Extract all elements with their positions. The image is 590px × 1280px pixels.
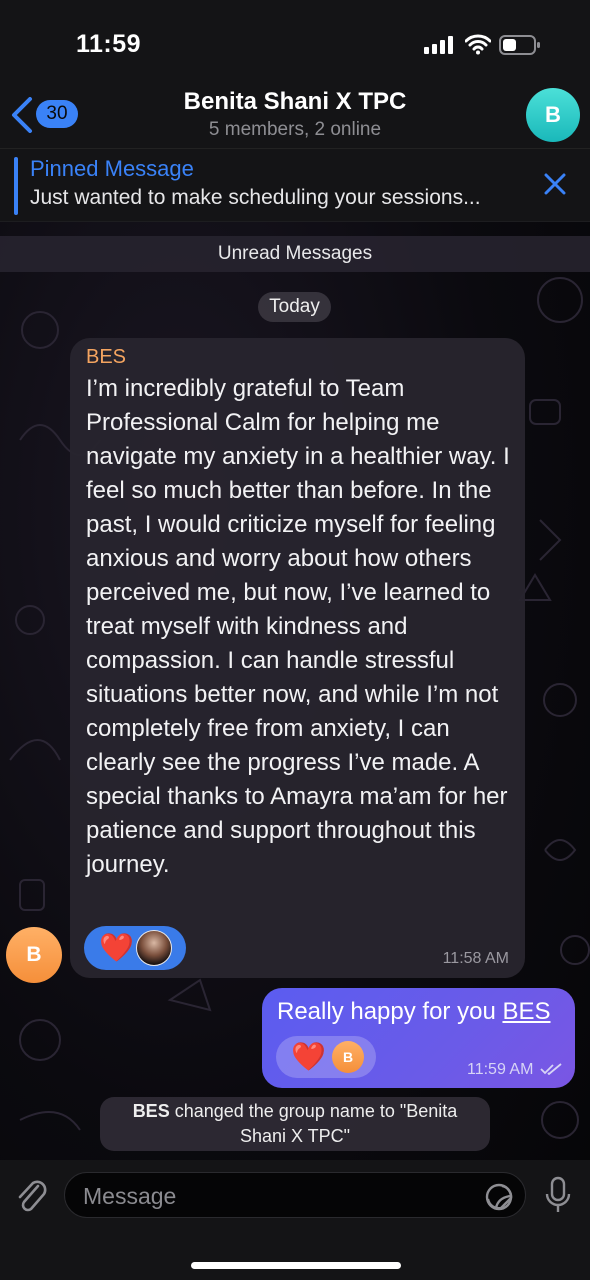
sticker-icon[interactable] bbox=[484, 1182, 514, 1212]
outgoing-time-text: 11:59 AM bbox=[467, 1061, 534, 1078]
cellular-signal-icon bbox=[424, 36, 453, 54]
reactor-avatar: B bbox=[332, 1041, 364, 1073]
group-avatar[interactable]: B bbox=[526, 88, 580, 142]
sender-avatar[interactable]: B bbox=[6, 927, 62, 983]
pinned-indicator bbox=[14, 157, 18, 215]
heart-reaction-icon: ❤️ bbox=[291, 1041, 326, 1072]
reactor-avatar bbox=[136, 930, 172, 966]
message-input[interactable]: Message bbox=[64, 1172, 526, 1218]
chat-title[interactable]: Benita Shani X TPC bbox=[0, 88, 590, 116]
pinned-text: Just wanted to make scheduling your sess… bbox=[30, 186, 481, 209]
message-reactions[interactable]: ❤️ bbox=[84, 926, 186, 970]
message-placeholder: Message bbox=[83, 1183, 177, 1209]
service-text: changed the group name to "Benita Shani … bbox=[169, 1101, 458, 1146]
outgoing-message-text: Really happy for you BES bbox=[277, 998, 551, 1026]
battery-icon bbox=[499, 35, 540, 55]
date-badge: Today bbox=[258, 292, 331, 322]
close-icon[interactable] bbox=[544, 173, 566, 195]
header-bar: 11:59 30 Benita Shani X TPC 5 members, 2… bbox=[0, 0, 590, 148]
service-actor[interactable]: BES bbox=[133, 1101, 170, 1121]
pinned-title: Pinned Message bbox=[30, 156, 194, 181]
home-indicator bbox=[191, 1262, 401, 1269]
incoming-message-bubble[interactable]: BES I’m incredibly grateful to Team Prof… bbox=[70, 338, 525, 978]
chat-subtitle: 5 members, 2 online bbox=[208, 119, 382, 140]
message-text: I’m incredibly grateful to Team Professi… bbox=[86, 375, 510, 878]
pinned-message-bar[interactable]: Pinned Message Just wanted to make sched… bbox=[0, 148, 590, 222]
outgoing-text-prefix: Really happy for you bbox=[277, 998, 503, 1025]
unread-messages-divider: Unread Messages bbox=[0, 236, 590, 272]
message-time: 11:58 AM bbox=[442, 950, 509, 967]
status-time: 11:59 bbox=[76, 30, 142, 58]
service-message: BES changed the group name to "Benita Sh… bbox=[100, 1097, 490, 1151]
double-check-icon bbox=[540, 1063, 562, 1076]
microphone-icon[interactable] bbox=[545, 1176, 571, 1214]
outgoing-message-time: 11:59 AM bbox=[467, 1061, 562, 1079]
heart-reaction-icon: ❤️ bbox=[99, 932, 134, 963]
attachment-icon[interactable] bbox=[14, 1176, 50, 1216]
sender-name[interactable]: BES bbox=[86, 346, 126, 369]
mention-link[interactable]: BES bbox=[502, 998, 550, 1025]
outgoing-reactions[interactable]: ❤️ B bbox=[276, 1036, 376, 1078]
outgoing-message-bubble[interactable]: Really happy for you BES ❤️ B 11:59 AM bbox=[262, 988, 575, 1088]
wifi-icon bbox=[465, 34, 491, 55]
